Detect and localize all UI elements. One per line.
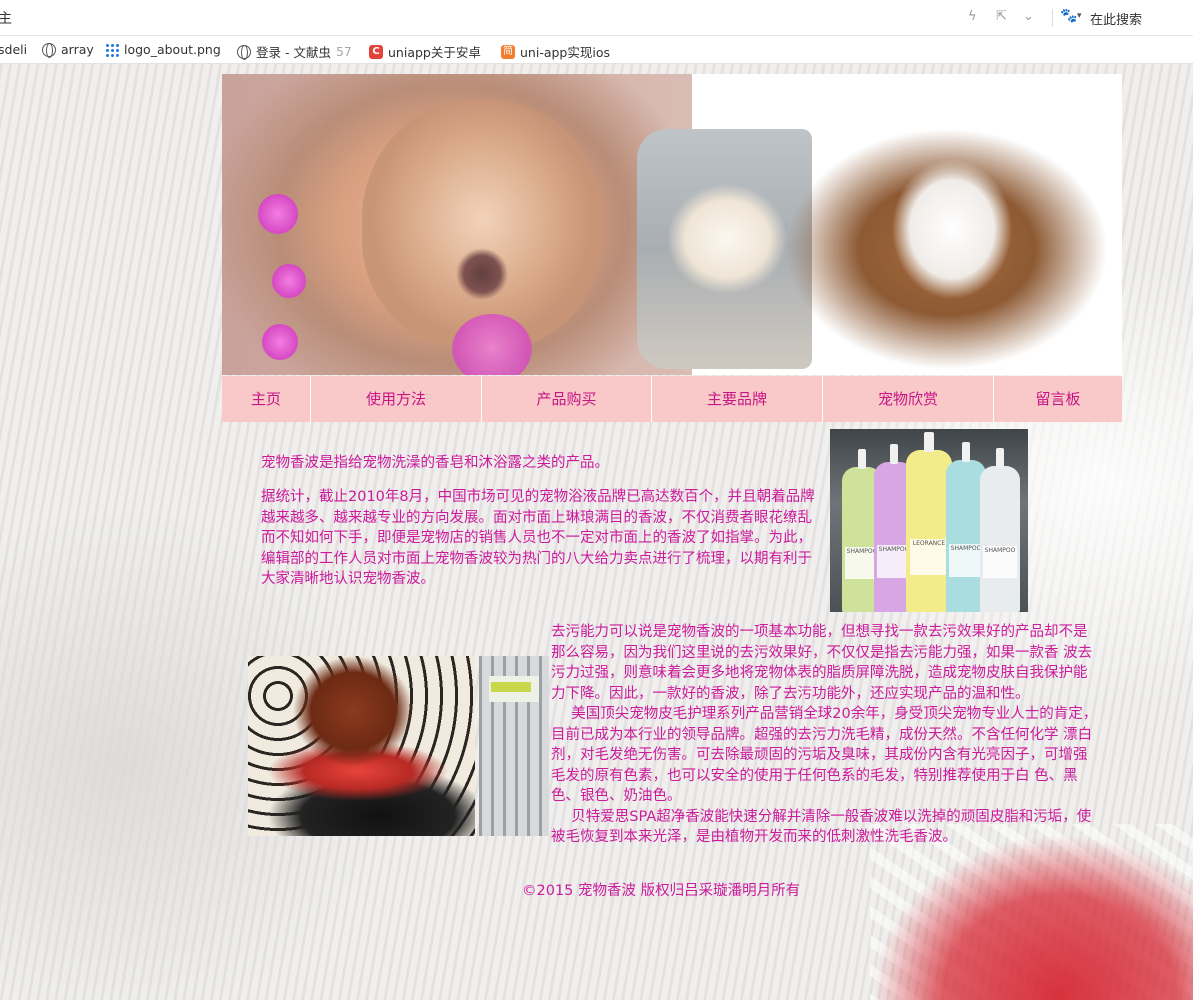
bookmark-label: uni-app实现ios [520, 45, 610, 60]
share-icon[interactable]: ⇱ [996, 9, 1007, 24]
nav-item-guestbook[interactable]: 留言板 [994, 376, 1122, 422]
flower-decoration [262, 324, 298, 360]
detail-text-block: 去污能力可以说是宠物香波的一项基本功能，但想寻找一款去污效果好的产品却不是那么容… [551, 622, 1099, 848]
bookmark-item[interactable]: 登录 - 文献虫 57 [237, 42, 352, 61]
flower-decoration [272, 264, 306, 298]
detail-paragraph-3: 贝特爱思SPA超净香波能快速分解并清除一般香波难以洗掉的顽固皮脂和污垢，使被毛恢… [551, 808, 1092, 846]
search-engine-caret-icon[interactable]: ▾ [1077, 11, 1082, 21]
grid-icon [105, 42, 119, 57]
banner-puppy-oval-photo [787, 129, 1107, 369]
bookmark-label: array [61, 42, 94, 57]
globe-icon [42, 42, 56, 58]
shampoo-bottle: SHAMPOO [980, 448, 1020, 612]
nav-item-usage[interactable]: 使用方法 [311, 376, 482, 422]
address-fragment[interactable]: 主 [0, 8, 12, 28]
bookmark-item[interactable]: C uniapp关于安卓 [369, 42, 481, 61]
bookmark-item[interactable]: array [42, 42, 94, 58]
copyright-footer: ©2015 宠物香波 版权归吕采璇潘明月所有 [522, 883, 801, 899]
baidu-paw-icon[interactable]: 🐾 [1060, 8, 1077, 24]
bookmark-label: 登录 - 文献虫 [256, 45, 331, 60]
main-nav: 主页 使用方法 产品购买 主要品牌 宠物欣赏 留言板 [222, 376, 1122, 422]
chevron-down-icon[interactable]: ⌄ [1023, 9, 1034, 24]
flower-decoration [452, 314, 532, 375]
bottle-label: SHAMPOO [949, 543, 983, 578]
shampoo-bottles-image: SHAMPOO SHAMPOO LEORANCE SHAMPOO SHAMPOO [830, 429, 1028, 612]
nav-item-brands[interactable]: 主要品牌 [652, 376, 823, 422]
header-banner-image [222, 74, 1122, 375]
browser-address-bar: 主 ϟ ⇱ ⌄ 🐾 ▾ 在此搜索 [0, 0, 1193, 36]
bottle-label: SHAMPOO [983, 546, 1017, 579]
jian-icon: 简 [501, 44, 515, 59]
globe-icon [237, 44, 251, 60]
lightning-icon[interactable]: ϟ [968, 9, 977, 24]
banner-puppy-held-photo [637, 129, 812, 369]
poodle-photo [248, 656, 475, 836]
bottle-label: LEORANCE [909, 539, 949, 575]
stats-paragraph: 据统计，截止2010年8月，中国市场可见的宠物浴液品牌已高达数百个，并且朝着品牌… [261, 489, 815, 587]
search-box[interactable]: 在此搜索 [1090, 9, 1142, 28]
nav-item-gallery[interactable]: 宠物欣赏 [823, 376, 994, 422]
nav-item-home[interactable]: 主页 [222, 376, 311, 422]
bookmark-label: logo_about.png [124, 42, 221, 57]
detail-paragraph-1: 去污能力可以说是宠物香波的一项基本功能，但想寻找一款去污效果好的产品却不是那么容… [551, 624, 1093, 702]
bookmark-label: sdeli [0, 42, 28, 57]
shop-cart-photo [479, 656, 549, 836]
nav-item-purchase[interactable]: 产品购买 [482, 376, 652, 422]
bookmark-item[interactable]: 简 uni-app实现ios [501, 42, 610, 61]
bookmarks-bar: sdeli array logo_about.png 登录 - 文献虫 57 C… [0, 36, 1193, 64]
bookmark-item[interactable]: sdeli [0, 42, 27, 57]
bookmark-label: uniapp关于安卓 [388, 45, 481, 60]
toolbar-divider [1052, 9, 1053, 27]
intro-paragraph: 宠物香波是指给宠物洗澡的香皂和沐浴露之类的产品。 [261, 455, 609, 471]
banner-dog-face [362, 99, 602, 349]
bookmark-extra: 57 [335, 44, 352, 59]
flower-decoration [258, 194, 298, 234]
detail-paragraph-2: 美国顶尖宠物皮毛护理系列产品营销全球20余年，身受顶尖宠物专业人士的肯定，目前已… [551, 706, 1098, 804]
c-logo-icon: C [369, 44, 383, 59]
bookmark-item[interactable]: logo_about.png [105, 42, 221, 57]
